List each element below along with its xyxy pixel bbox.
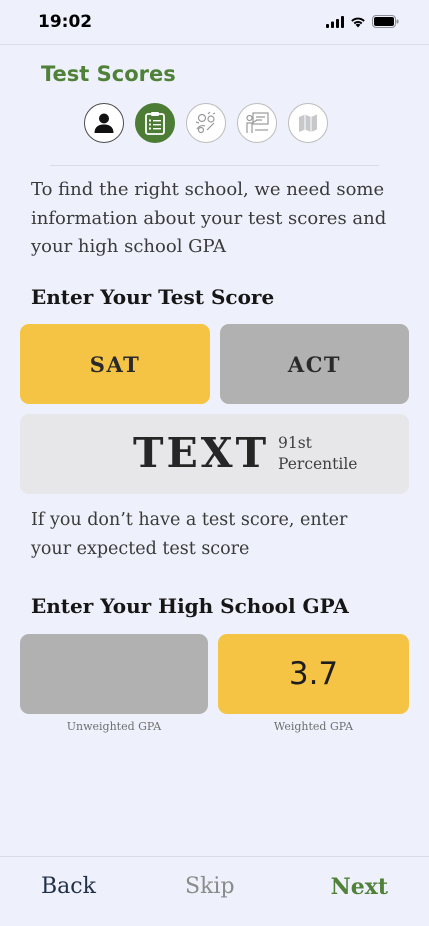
unweighted-gpa-caption: Unweighted GPA <box>66 720 162 733</box>
step-academics[interactable] <box>237 103 277 143</box>
weighted-gpa-input[interactable]: 3.7 <box>218 634 409 714</box>
test-score-input[interactable]: TEXT 91st Percentile <box>20 414 409 494</box>
percentile-label: Percentile <box>278 455 358 473</box>
gpa-heading: Enter Your High School GPA <box>31 594 349 618</box>
cellular-signal-icon <box>326 15 344 28</box>
percentile-rank: 91st <box>278 434 312 452</box>
test-score-hint: If you don’t have a test score, enter yo… <box>31 510 348 559</box>
next-button[interactable]: Next <box>331 874 388 900</box>
wifi-icon <box>351 17 365 27</box>
sat-option-button[interactable]: SAT <box>20 324 210 404</box>
step-activities[interactable] <box>186 103 226 143</box>
status-icons <box>326 15 399 28</box>
map-icon <box>299 114 317 132</box>
act-option-button[interactable]: ACT <box>220 324 409 404</box>
test-score-heading: Enter Your Test Score <box>31 285 275 309</box>
unweighted-gpa-input[interactable] <box>20 634 208 714</box>
test-score-value: TEXT <box>133 429 270 477</box>
activities-icon <box>195 111 216 134</box>
percentile-text: 91st Percentile <box>278 433 357 475</box>
act-option-label: ACT <box>287 351 342 377</box>
step-test-scores[interactable] <box>135 103 175 143</box>
header-divider <box>50 165 379 166</box>
bottom-divider <box>0 856 429 857</box>
sat-option-label: SAT <box>89 351 141 377</box>
clipboard-icon <box>145 112 165 135</box>
back-button[interactable]: Back <box>41 874 96 899</box>
status-divider <box>0 44 429 45</box>
step-profile[interactable] <box>84 103 124 143</box>
status-time: 19:02 <box>38 12 93 32</box>
intro-text: To find the right school, we need some i… <box>31 179 387 257</box>
weighted-gpa-value: 3.7 <box>288 656 339 692</box>
status-bar: 19:02 <box>0 0 429 44</box>
battery-icon <box>372 15 399 28</box>
page-title: Test Scores <box>41 62 176 86</box>
progress-steps <box>84 103 328 143</box>
weighted-gpa-caption: Weighted GPA <box>273 720 354 733</box>
skip-button[interactable]: Skip <box>185 874 235 899</box>
person-icon <box>94 113 114 133</box>
step-location[interactable] <box>288 103 328 143</box>
teacher-icon <box>246 112 269 133</box>
